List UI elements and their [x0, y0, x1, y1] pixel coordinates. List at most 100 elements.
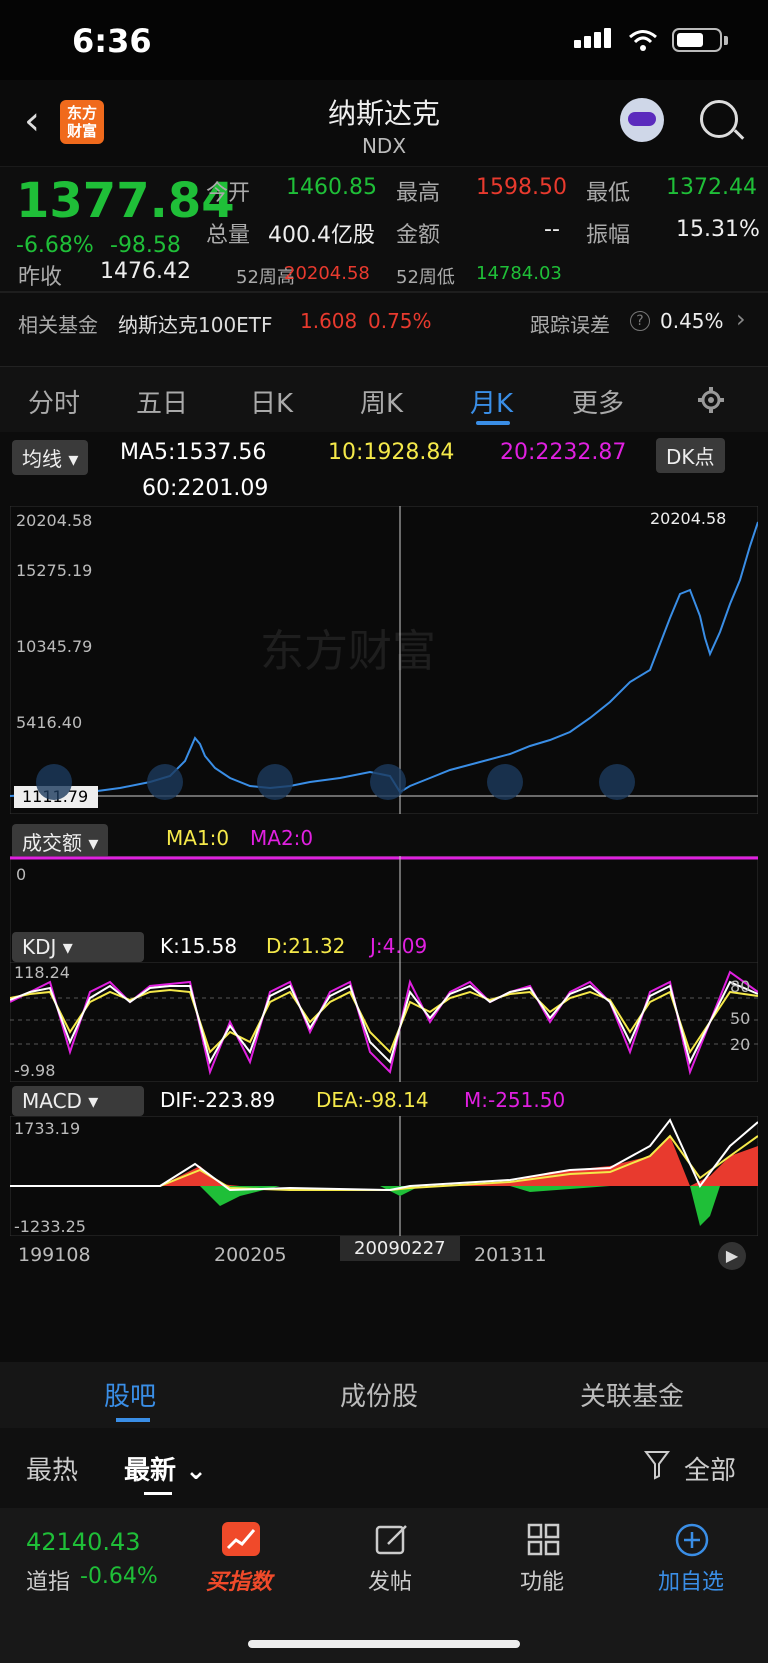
help-icon[interactable]: ? [630, 311, 650, 331]
filter-all[interactable]: 全部 [684, 1450, 736, 1487]
filter-icon[interactable] [644, 1450, 670, 1480]
play-icon[interactable]: ▶ [718, 1242, 746, 1270]
status-time: 6:36 [72, 22, 152, 60]
add-watchlist-button[interactable]: 加自选 [658, 1564, 724, 1596]
open-value: 1460.85 [286, 175, 377, 200]
high-value: 1598.50 [476, 175, 567, 200]
volume-label: 总量 [206, 223, 251, 248]
volume-zero-label: 0 [16, 865, 26, 884]
dow-price[interactable]: 42140.43 [26, 1528, 141, 1556]
macd-top-label: 1733.19 [14, 1119, 80, 1138]
kdj-chart: 118.24 -9.98 80 50 20 [10, 962, 758, 1082]
related-fund-percent: 0.75% [368, 309, 432, 333]
settings-gear-icon[interactable] [696, 385, 726, 415]
fullscreen-icon[interactable] [599, 764, 635, 800]
tab-more[interactable]: 更多 [572, 383, 624, 420]
tab-monthly-k[interactable]: 月K [470, 383, 513, 420]
app-header: ‹ 东方财富 纳斯达克 NDX [0, 80, 768, 166]
tracking-error-value: 0.45% [660, 309, 724, 333]
kdj-j: J:4.09 [370, 934, 428, 958]
related-fund-name[interactable]: 纳斯达克100ETF [118, 309, 273, 338]
macd-dif: DIF:-223.89 [160, 1088, 276, 1112]
dow-percent: -0.64% [80, 1564, 158, 1589]
filter-newest[interactable]: 最新 ⌄ [124, 1450, 207, 1487]
cellular-icon [574, 28, 614, 52]
compose-post-icon[interactable] [374, 1522, 410, 1558]
volume-value: 400.4亿股 [268, 223, 375, 248]
dow-name: 道指 [26, 1570, 71, 1595]
watermark: 东方财富 [260, 626, 436, 677]
macd-m: M:-251.50 [464, 1088, 566, 1112]
home-indicator[interactable] [248, 1640, 520, 1648]
kdj-d: D:21.32 [266, 934, 346, 958]
price-chart[interactable]: 东方财富 20204.58 15275.19 10345.79 5416.40 … [10, 506, 758, 814]
amount-value: -- [544, 217, 560, 242]
week52-high-value: 20204.58 [284, 263, 370, 284]
chart-area: 均线 ▾ MA5:1537.56 10:1928.84 20:2232.87 6… [0, 432, 768, 1362]
kdj-k: K:15.58 [160, 934, 238, 958]
chevron-left-icon[interactable] [370, 764, 406, 800]
assistant-robot-icon[interactable] [620, 98, 664, 142]
macd-selector[interactable]: MACD ▾ [12, 1086, 144, 1116]
macd-chart: 1733.19 -1233.25 [10, 1116, 758, 1236]
ma10-value: 10:1928.84 [328, 440, 455, 465]
search-icon[interactable] [700, 100, 738, 138]
related-fund-price: 1.608 [300, 309, 358, 333]
related-fund-label: 相关基金 [18, 313, 98, 337]
open-label: 今开 [206, 181, 251, 206]
chevron-right-icon[interactable]: › [736, 305, 746, 333]
volume-selector[interactable]: 成交额 ▾ [12, 824, 109, 859]
tab-related-funds[interactable]: 关联基金 [580, 1376, 684, 1413]
active-content-tab-indicator [116, 1418, 150, 1422]
tab-five-day[interactable]: 五日 [136, 383, 188, 420]
filter-hot[interactable]: 最热 [26, 1450, 78, 1487]
kdj-selector[interactable]: KDJ ▾ [12, 932, 144, 962]
chevron-right-icon[interactable] [487, 764, 523, 800]
tab-weekly-k[interactable]: 周K [360, 383, 403, 420]
change-percent: -6.68% [16, 233, 94, 258]
low-value: 1372.44 [666, 175, 757, 200]
feed-filter-bar: 最热 最新 ⌄ 全部 [0, 1428, 768, 1508]
price-axis-label-top: 20204.58 [16, 511, 92, 530]
ma60-value: 60:2201.09 [142, 476, 269, 501]
week52-low-label: 52周低 [396, 267, 455, 288]
dk-point-button[interactable]: DK点 [656, 438, 725, 473]
price-axis-label-3: 10345.79 [16, 637, 92, 656]
tab-intraday[interactable]: 分时 [28, 383, 80, 420]
ma-selector[interactable]: 均线 ▾ [12, 440, 89, 475]
tab-daily-k[interactable]: 日K [250, 383, 293, 420]
chart-trend-icon[interactable] [222, 1522, 260, 1556]
kdj-80-label: 80 [730, 977, 750, 996]
high-mark-label: 20204.58 [650, 509, 726, 528]
tab-constituents[interactable]: 成份股 [340, 1376, 418, 1413]
crosshair-date-tag: 20090227 [340, 1236, 460, 1261]
status-icons [574, 28, 728, 52]
quote-panel: 1377.84 -6.68% -98.58 昨收 1476.42 今开 1460… [0, 166, 768, 366]
prev-close-label: 昨收 [18, 265, 63, 290]
current-price: 1377.84 [16, 173, 235, 229]
tracking-error-label: 跟踪误差 [530, 313, 610, 337]
buy-index-button[interactable]: 买指数 [206, 1564, 272, 1596]
vol-ma2: MA2:0 [250, 826, 314, 850]
divider [0, 291, 768, 293]
functions-grid-icon[interactable] [526, 1522, 562, 1558]
amplitude-value: 15.31% [676, 217, 760, 242]
active-filter-indicator [144, 1492, 172, 1495]
prev-close-value: 1476.42 [100, 259, 191, 284]
post-button[interactable]: 发帖 [368, 1564, 412, 1596]
x-axis-label-2: 200205 [214, 1244, 287, 1266]
ma5-value: MA5:1537.56 [120, 440, 267, 465]
tab-stock-forum[interactable]: 股吧 [104, 1376, 156, 1413]
add-watchlist-icon[interactable] [674, 1522, 710, 1558]
battery-icon [672, 28, 722, 52]
functions-button[interactable]: 功能 [520, 1564, 564, 1596]
status-bar: 6:36 [0, 0, 768, 80]
x-axis-label-3: 201311 [474, 1244, 547, 1266]
zoom-out-icon[interactable] [36, 764, 72, 800]
price-axis-label-2: 15275.19 [16, 561, 92, 580]
plus-icon[interactable] [257, 764, 293, 800]
chart-period-tabs: 分时 五日 日K 周K 月K 更多 [0, 366, 768, 432]
minus-icon[interactable] [147, 764, 183, 800]
change-amount: -98.58 [110, 233, 181, 258]
content-tabs: 股吧 成份股 关联基金 [0, 1362, 768, 1428]
